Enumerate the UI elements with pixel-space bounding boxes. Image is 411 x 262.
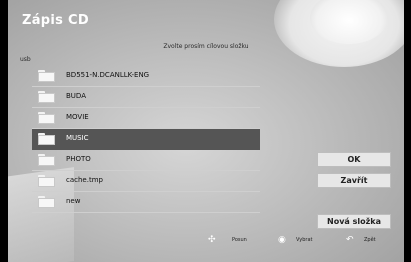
folder-icon bbox=[38, 154, 55, 166]
cd-write-dialog: Zápis CD Zvolte prosím cílovou složku us… bbox=[8, 0, 404, 262]
folder-row[interactable]: BD551-N.DCANLLK-ENG bbox=[32, 66, 260, 87]
folder-icon bbox=[38, 175, 55, 187]
folder-icon bbox=[38, 133, 55, 145]
dialog-subtitle: Zvolte prosím cílovou složku bbox=[163, 43, 249, 50]
folder-icon bbox=[38, 91, 55, 103]
folder-label: new bbox=[66, 197, 81, 205]
new-folder-button[interactable]: Nová složka bbox=[317, 214, 391, 229]
folder-label: BUDA bbox=[66, 92, 86, 100]
return-arrow-icon: ↶ bbox=[346, 235, 354, 245]
folder-row[interactable]: BUDA bbox=[32, 87, 260, 108]
folder-label: BD551-N.DCANLLK-ENG bbox=[66, 71, 150, 79]
close-button[interactable]: Zavřít bbox=[317, 173, 391, 188]
folder-label: MOVIE bbox=[66, 113, 89, 121]
folder-row[interactable]: cache.tmp bbox=[32, 171, 260, 192]
current-path: usb bbox=[20, 56, 31, 63]
tv-frame: Zápis CD Zvolte prosím cílovou složku us… bbox=[0, 0, 411, 262]
ok-button[interactable]: OK bbox=[317, 152, 391, 167]
folder-icon bbox=[38, 112, 55, 124]
folder-row[interactable]: MOVIE bbox=[32, 108, 260, 129]
move-hint: Posun bbox=[232, 237, 247, 243]
folder-row-selected[interactable]: MUSIC bbox=[32, 129, 260, 150]
select-hint: Vybrat bbox=[296, 237, 313, 243]
dpad-icon: ✣ bbox=[208, 235, 216, 245]
folder-row[interactable]: new bbox=[32, 192, 260, 213]
enter-circle-icon: ◉ bbox=[278, 235, 286, 245]
folder-label: PHOTO bbox=[66, 155, 91, 163]
folder-label: cache.tmp bbox=[66, 176, 103, 184]
folder-list: BD551-N.DCANLLK-ENG BUDA MOVIE MUSIC PHO… bbox=[32, 66, 260, 213]
folder-icon bbox=[38, 196, 55, 208]
folder-row[interactable]: PHOTO bbox=[32, 150, 260, 171]
back-hint: Zpět bbox=[364, 237, 376, 243]
dialog-title: Zápis CD bbox=[22, 13, 89, 28]
folder-label: MUSIC bbox=[66, 134, 89, 142]
folder-icon bbox=[38, 70, 55, 82]
footer-hints: ✣ Posun ◉ Vybrat ↶ Zpět bbox=[8, 235, 404, 249]
